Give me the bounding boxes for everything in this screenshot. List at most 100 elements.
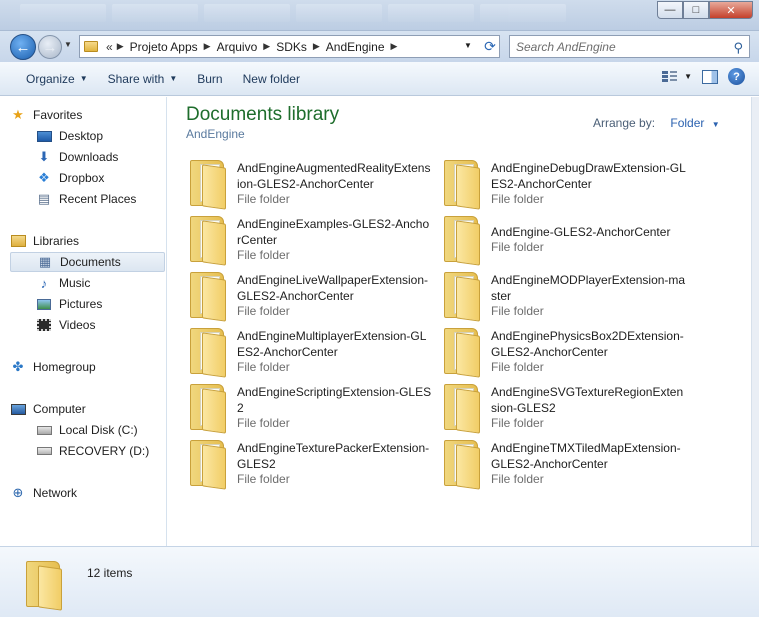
nav-label: Computer xyxy=(33,402,86,416)
libraries-icon xyxy=(10,233,26,249)
folder-icon xyxy=(190,272,226,322)
nav-label: Network xyxy=(33,486,78,500)
new-folder-button[interactable]: New folder xyxy=(233,62,310,95)
preview-pane-icon[interactable] xyxy=(702,69,718,84)
breadcrumb-arquivo[interactable]: Arquivo xyxy=(217,40,258,54)
overflow-chevron[interactable]: « xyxy=(106,40,113,54)
chevron-right-icon[interactable]: ▶ xyxy=(391,41,398,52)
nav-label: Documents xyxy=(60,255,121,269)
recent-pages-dropdown[interactable]: ▼ xyxy=(64,40,72,49)
folder-tile[interactable]: AndEngineScriptingExtension-GLES2 File f… xyxy=(184,380,434,434)
burn-button[interactable]: Burn xyxy=(187,62,232,95)
search-input[interactable]: Search AndEngine ⚲ xyxy=(509,35,750,58)
maximize-button[interactable]: □ xyxy=(683,1,709,19)
folder-tile[interactable]: AndEngineExamples-GLES2-AnchorCenter Fil… xyxy=(184,212,434,266)
folder-icon xyxy=(26,561,62,611)
nav-pictures[interactable]: Pictures xyxy=(36,294,102,314)
folder-name: AndEngineMODPlayerExtension-master xyxy=(491,273,686,303)
chevron-right-icon[interactable]: ▶ xyxy=(313,41,320,52)
address-bar[interactable]: « ▶ Projeto Apps ▶ Arquivo ▶ SDKs ▶ AndE… xyxy=(79,35,500,58)
library-title: Documents library xyxy=(186,104,340,125)
homegroup-icon: ✤ xyxy=(12,359,24,374)
folder-name: AndEngineScriptingExtension-GLES2 xyxy=(237,385,432,415)
folder-tile[interactable]: AndEngineMODPlayerExtension-master File … xyxy=(438,268,688,322)
organize-label: Organize xyxy=(26,71,75,86)
folder-name: AndEngineAugmentedRealityExtension-GLES2… xyxy=(237,161,431,191)
nav-label: Dropbox xyxy=(59,171,105,185)
nav-label: Local Disk (C:) xyxy=(59,423,138,437)
nav-libraries[interactable]: Libraries xyxy=(10,231,79,251)
nav-label: Homegroup xyxy=(33,360,96,374)
share-with-menu[interactable]: Share with ▼ xyxy=(98,62,188,95)
item-count: 12 items xyxy=(87,566,133,580)
arrange-by-dropdown[interactable]: Folder ▼ xyxy=(670,116,719,130)
nav-label: Pictures xyxy=(59,297,103,311)
chevron-right-icon[interactable]: ▶ xyxy=(204,41,211,52)
search-icon[interactable]: ⚲ xyxy=(733,40,743,56)
folder-type: File folder xyxy=(237,192,290,206)
change-view-icon[interactable] xyxy=(662,70,678,84)
nav-desktop[interactable]: Desktop xyxy=(36,126,103,146)
local-disk-icon xyxy=(36,422,52,438)
organize-menu[interactable]: Organize ▼ xyxy=(16,62,98,95)
folder-type: File folder xyxy=(491,472,544,486)
folder-tile[interactable]: AndEngine-GLES2-AnchorCenter File folder xyxy=(438,212,688,266)
view-options-dropdown[interactable]: ▼ xyxy=(684,72,692,81)
refresh-icon: ⟳ xyxy=(484,38,496,54)
folder-tile[interactable]: AndEngineTMXTiledMapExtension-GLES2-Anch… xyxy=(438,436,688,490)
folder-tile[interactable]: AndEnginePhysicsBox2DExtension-GLES2-Anc… xyxy=(438,324,688,378)
breadcrumb-sdks[interactable]: SDKs xyxy=(276,40,307,54)
details-pane: 12 items xyxy=(0,546,759,617)
nav-local-disk[interactable]: Local Disk (C:) xyxy=(36,420,138,440)
folder-tile[interactable]: AndEngineLiveWallpaperExtension-GLES2-An… xyxy=(184,268,434,322)
nav-label: RECOVERY (D:) xyxy=(59,444,150,458)
nav-dropbox[interactable]: ❖ Dropbox xyxy=(36,168,104,188)
forward-arrow-icon: → xyxy=(42,38,58,56)
forward-button[interactable]: → xyxy=(38,35,62,59)
chevron-right-icon: ▶ xyxy=(116,41,124,51)
nav-documents[interactable]: ▦ Documents xyxy=(10,252,165,272)
breadcrumb-andengine[interactable]: AndEngine xyxy=(326,40,385,54)
nav-music[interactable]: ♪ Music xyxy=(36,273,91,293)
nav-downloads[interactable]: ⬇ Downloads xyxy=(36,147,119,167)
folder-name: AndEngineTexturePackerExtension-GLES2 xyxy=(237,441,430,471)
folder-type: File folder xyxy=(237,304,290,318)
downloads-icon: ⬇ xyxy=(38,149,50,164)
chevron-right-icon[interactable]: ▶ xyxy=(263,41,270,52)
breadcrumb-projeto-apps[interactable]: Projeto Apps xyxy=(130,40,198,54)
minimize-button[interactable]: — xyxy=(657,1,683,19)
back-button[interactable]: ← xyxy=(10,34,36,60)
videos-icon xyxy=(36,317,52,333)
nav-videos[interactable]: Videos xyxy=(36,315,95,335)
close-button[interactable]: ✕ xyxy=(709,1,753,19)
folder-tile[interactable]: AndEngineMultiplayerExtension-GLES2-Anch… xyxy=(184,324,434,378)
search-placeholder: Search AndEngine xyxy=(516,39,616,54)
folder-tile[interactable]: AndEngineTexturePackerExtension-GLES2 Fi… xyxy=(184,436,434,490)
nav-label: Desktop xyxy=(59,129,104,143)
file-list-pane: Documents library AndEngine Arrange by: … xyxy=(168,97,751,546)
nav-computer[interactable]: Computer xyxy=(10,399,86,419)
address-history-dropdown[interactable]: ▼ xyxy=(464,41,472,50)
nav-favorites[interactable]: ★ Favorites xyxy=(10,105,82,125)
address-row: ← → ▼ « ▶ Projeto Apps ▶ Arquivo ▶ SDKs … xyxy=(0,31,759,62)
caret-down-icon: ▼ xyxy=(169,74,178,83)
title-bar: — □ ✕ xyxy=(0,0,759,31)
nav-label: Music xyxy=(59,276,91,290)
help-icon[interactable]: ? xyxy=(728,68,745,85)
folder-name: AndEngine-GLES2-AnchorCenter xyxy=(491,225,671,239)
folder-icon xyxy=(444,440,480,490)
folder-tile[interactable]: AndEngineAugmentedRealityExtension-GLES2… xyxy=(184,156,434,210)
computer-icon xyxy=(10,401,26,417)
nav-homegroup[interactable]: ✤ Homegroup xyxy=(10,357,96,377)
network-icon: ⊕ xyxy=(12,485,24,500)
folder-icon xyxy=(444,272,480,322)
folder-tile[interactable]: AndEngineDebugDrawExtension-GLES2-Anchor… xyxy=(438,156,688,210)
nav-recovery[interactable]: RECOVERY (D:) xyxy=(36,441,149,461)
refresh-button[interactable]: ⟳ xyxy=(479,36,501,57)
music-icon: ♪ xyxy=(40,275,48,291)
folder-tile[interactable]: AndEngineSVGTextureRegionExtension-GLES2… xyxy=(438,380,688,434)
pictures-icon xyxy=(36,296,52,312)
nav-network[interactable]: ⊕ Network xyxy=(10,483,77,503)
caret-down-icon: ▼ xyxy=(79,74,88,83)
nav-recent-places[interactable]: ▤ Recent Places xyxy=(36,189,137,209)
